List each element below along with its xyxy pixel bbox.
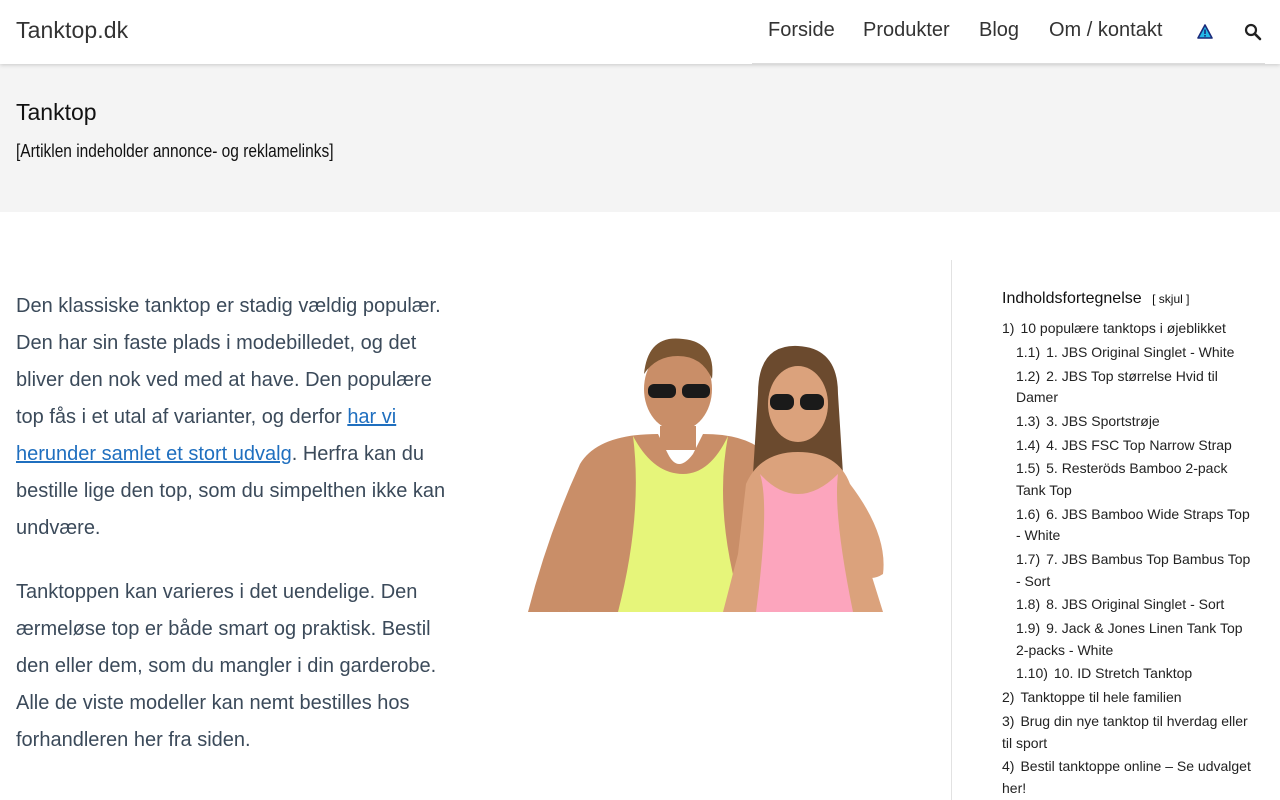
ad-disclaimer: [Artiklen indeholder annonce- og reklame… [16,141,334,161]
nav-blog[interactable]: Blog [979,19,1019,42]
toc-bracket-close: ] [1186,292,1190,306]
toc-item[interactable]: 1.4) 4. JBS FSC Top Narrow Strap [1002,435,1252,457]
couple-tanktop-photo [488,334,908,612]
second-paragraph: Tanktoppen kan varieres i det uendelige.… [16,581,437,751]
toc-item-label: 1. JBS Original Singlet - White [1046,343,1235,360]
toc-item-number: 1.5) [1016,460,1041,477]
toc-hide-link[interactable]: skjul [1159,292,1183,306]
toc-item-number: 1.4) [1016,436,1041,453]
toc-item-label: 4. JBS FSC Top Narrow Strap [1046,436,1232,453]
nav-produkter[interactable]: Produkter [863,19,950,42]
toc-item[interactable]: 1.7) 7. JBS Bambus Top Bambus Top - Sort [1002,549,1252,592]
page-hero: Tanktop [Artiklen indeholder annonce- og… [0,64,1280,212]
toc-item-number: 1.6) [1016,505,1041,522]
triangle-warning-icon[interactable] [1195,22,1215,42]
toc-item[interactable]: 1.8) 8. JBS Original Singlet - Sort [1002,594,1252,616]
toc-item-number: 1) [1002,320,1015,336]
toc-item-number: 3) [1002,713,1015,730]
toc-item-label: Tanktoppe til hele familien [1020,689,1182,706]
toc-bracket-open: [ [1152,292,1156,306]
toc-item[interactable]: 1.3) 3. JBS Sportstrøje [1002,411,1252,433]
nav-forside[interactable]: Forside [768,19,835,42]
toc-item[interactable]: 1.10) 10. ID Stretch Tanktop [1002,663,1252,685]
toc-item-label: 10. ID Stretch Tanktop [1053,665,1193,682]
toc-item-label: 5. Resteröds Bamboo 2-pack Tank Top [1016,460,1228,498]
toc-item[interactable]: 1.9) 9. Jack & Jones Linen Tank Top 2-pac… [1002,618,1252,661]
toc-item-number: 4) [1002,758,1015,775]
toc-item[interactable]: 1) 10 populære tanktops i øjeblikket [1002,318,1252,340]
intro-paragraph: Den klassiske tanktop er stadig vældig p… [16,288,456,547]
toc-item-number: 2) [1002,689,1015,706]
toc-item-number: 1.10) [1016,665,1048,682]
toc-item-label: Brug din nye tanktop til hverdag eller t… [1002,713,1248,751]
table-of-contents: Indholdsfortegnelse [ skjul ] 1) 10 popul… [1002,290,1252,800]
toc-title: Indholdsfortegnelse [1002,290,1142,307]
toc-item-label: 7. JBS Bambus Top Bambus Top - Sort [1016,551,1251,589]
toc-item-label: 3. JBS Sportstrøje [1046,412,1160,429]
toc-header: Indholdsfortegnelse [ skjul ] [1002,290,1252,316]
toc-item-number: 1.7) [1016,551,1041,568]
main-nav: Forside Produkter Blog Om / kontakt [752,0,1265,64]
toc-item[interactable]: 1.1) 1. JBS Original Singlet - White [1002,342,1252,364]
site-logo[interactable]: Tanktop.dk [16,17,128,44]
toc-item-label: 6. JBS Bamboo Wide Straps Top - White [1016,505,1250,544]
toc-item-label: Bestil tanktoppe online – Se udvalget he… [1002,758,1251,796]
toc-item[interactable]: 4) Bestil tanktoppe online – Se udvalget … [1002,756,1252,799]
search-icon[interactable] [1243,22,1263,42]
toc-item-label: 10 populære tanktops i øjeblikket [1020,320,1226,336]
toc-item-number: 1.8) [1016,596,1041,613]
toc-item[interactable]: 1.6) 6. JBS Bamboo Wide Straps Top - Whit… [1002,504,1252,547]
toc-item-label: 8. JBS Original Singlet - Sort [1046,596,1225,613]
toc-item-number: 1.9) [1016,620,1041,637]
nav-om-kontakt[interactable]: Om / kontakt [1049,19,1162,42]
toc-item-number: 1.1) [1016,343,1041,360]
sidebar-divider [951,260,952,800]
toc-item[interactable]: 1.5) 5. Resteröds Bamboo 2-pack Tank Top [1002,458,1252,501]
toc-item-number: 1.3) [1016,412,1041,429]
page-title: Tanktop [16,99,97,125]
toc-item[interactable]: 1.2) 2. JBS Top størrelse Hvid til Damer [1002,366,1252,409]
toc-item-label: 9. Jack & Jones Linen Tank Top 2-packs -… [1016,620,1243,658]
site-header: Tanktop.dk Forside Produkter Blog Om / k… [0,0,1280,64]
toc-item-label: 2. JBS Top størrelse Hvid til Damer [1016,367,1218,406]
toc-item[interactable]: 2) Tanktoppe til hele familien [1002,687,1252,709]
toc-item-number: 1.2) [1016,367,1041,384]
toc-toggle: [ skjul ] [1152,292,1189,306]
toc-list: 1) 10 populære tanktops i øjeblikket 1.1) 1… [1002,318,1252,799]
toc-item[interactable]: 3) Brug din nye tanktop til hverdag eller… [1002,711,1252,754]
